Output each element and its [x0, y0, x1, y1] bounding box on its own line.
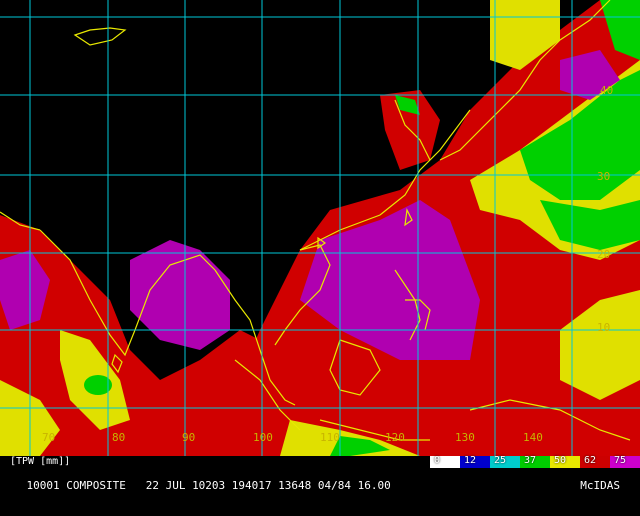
lat-label-40: 40: [600, 84, 614, 97]
scale-label: 12: [464, 455, 477, 466]
lat-label-30: 30: [597, 170, 611, 183]
lon-label-120: 120: [385, 431, 405, 444]
lon-label-130: 130: [455, 431, 475, 444]
color-scale-bar: 0 12 25 37 50 62 75: [430, 455, 640, 468]
lon-label-70: 70: [42, 431, 56, 444]
scale-label: 62: [584, 455, 597, 466]
lon-label-90: 90: [182, 431, 196, 444]
status-line: 10001 COMPOSITE 22 JUL 10203 194017 1364…: [26, 479, 391, 492]
lon-label-80: 80: [112, 431, 126, 444]
status-bar: [TPW [mm]] 0 12 25 37 50 62 75 10001 COMPOSITE…: [0, 455, 640, 492]
lon-label-100: 100: [253, 431, 273, 444]
scale-label: 50: [554, 455, 567, 466]
scale-label: 37: [524, 455, 537, 466]
tpw-map: [0, 0, 640, 456]
product-label: [TPW [mm]]: [8, 456, 73, 467]
scale-label: 0: [434, 455, 441, 466]
lon-label-110: 110: [320, 431, 340, 444]
scale-label: 25: [494, 455, 507, 466]
lat-label-10: 10: [597, 321, 611, 334]
lat-label-20: 20: [597, 248, 611, 261]
scale-label: 75: [614, 455, 627, 466]
software-label: McIDAS: [580, 479, 620, 492]
lon-label-140: 140: [523, 431, 543, 444]
